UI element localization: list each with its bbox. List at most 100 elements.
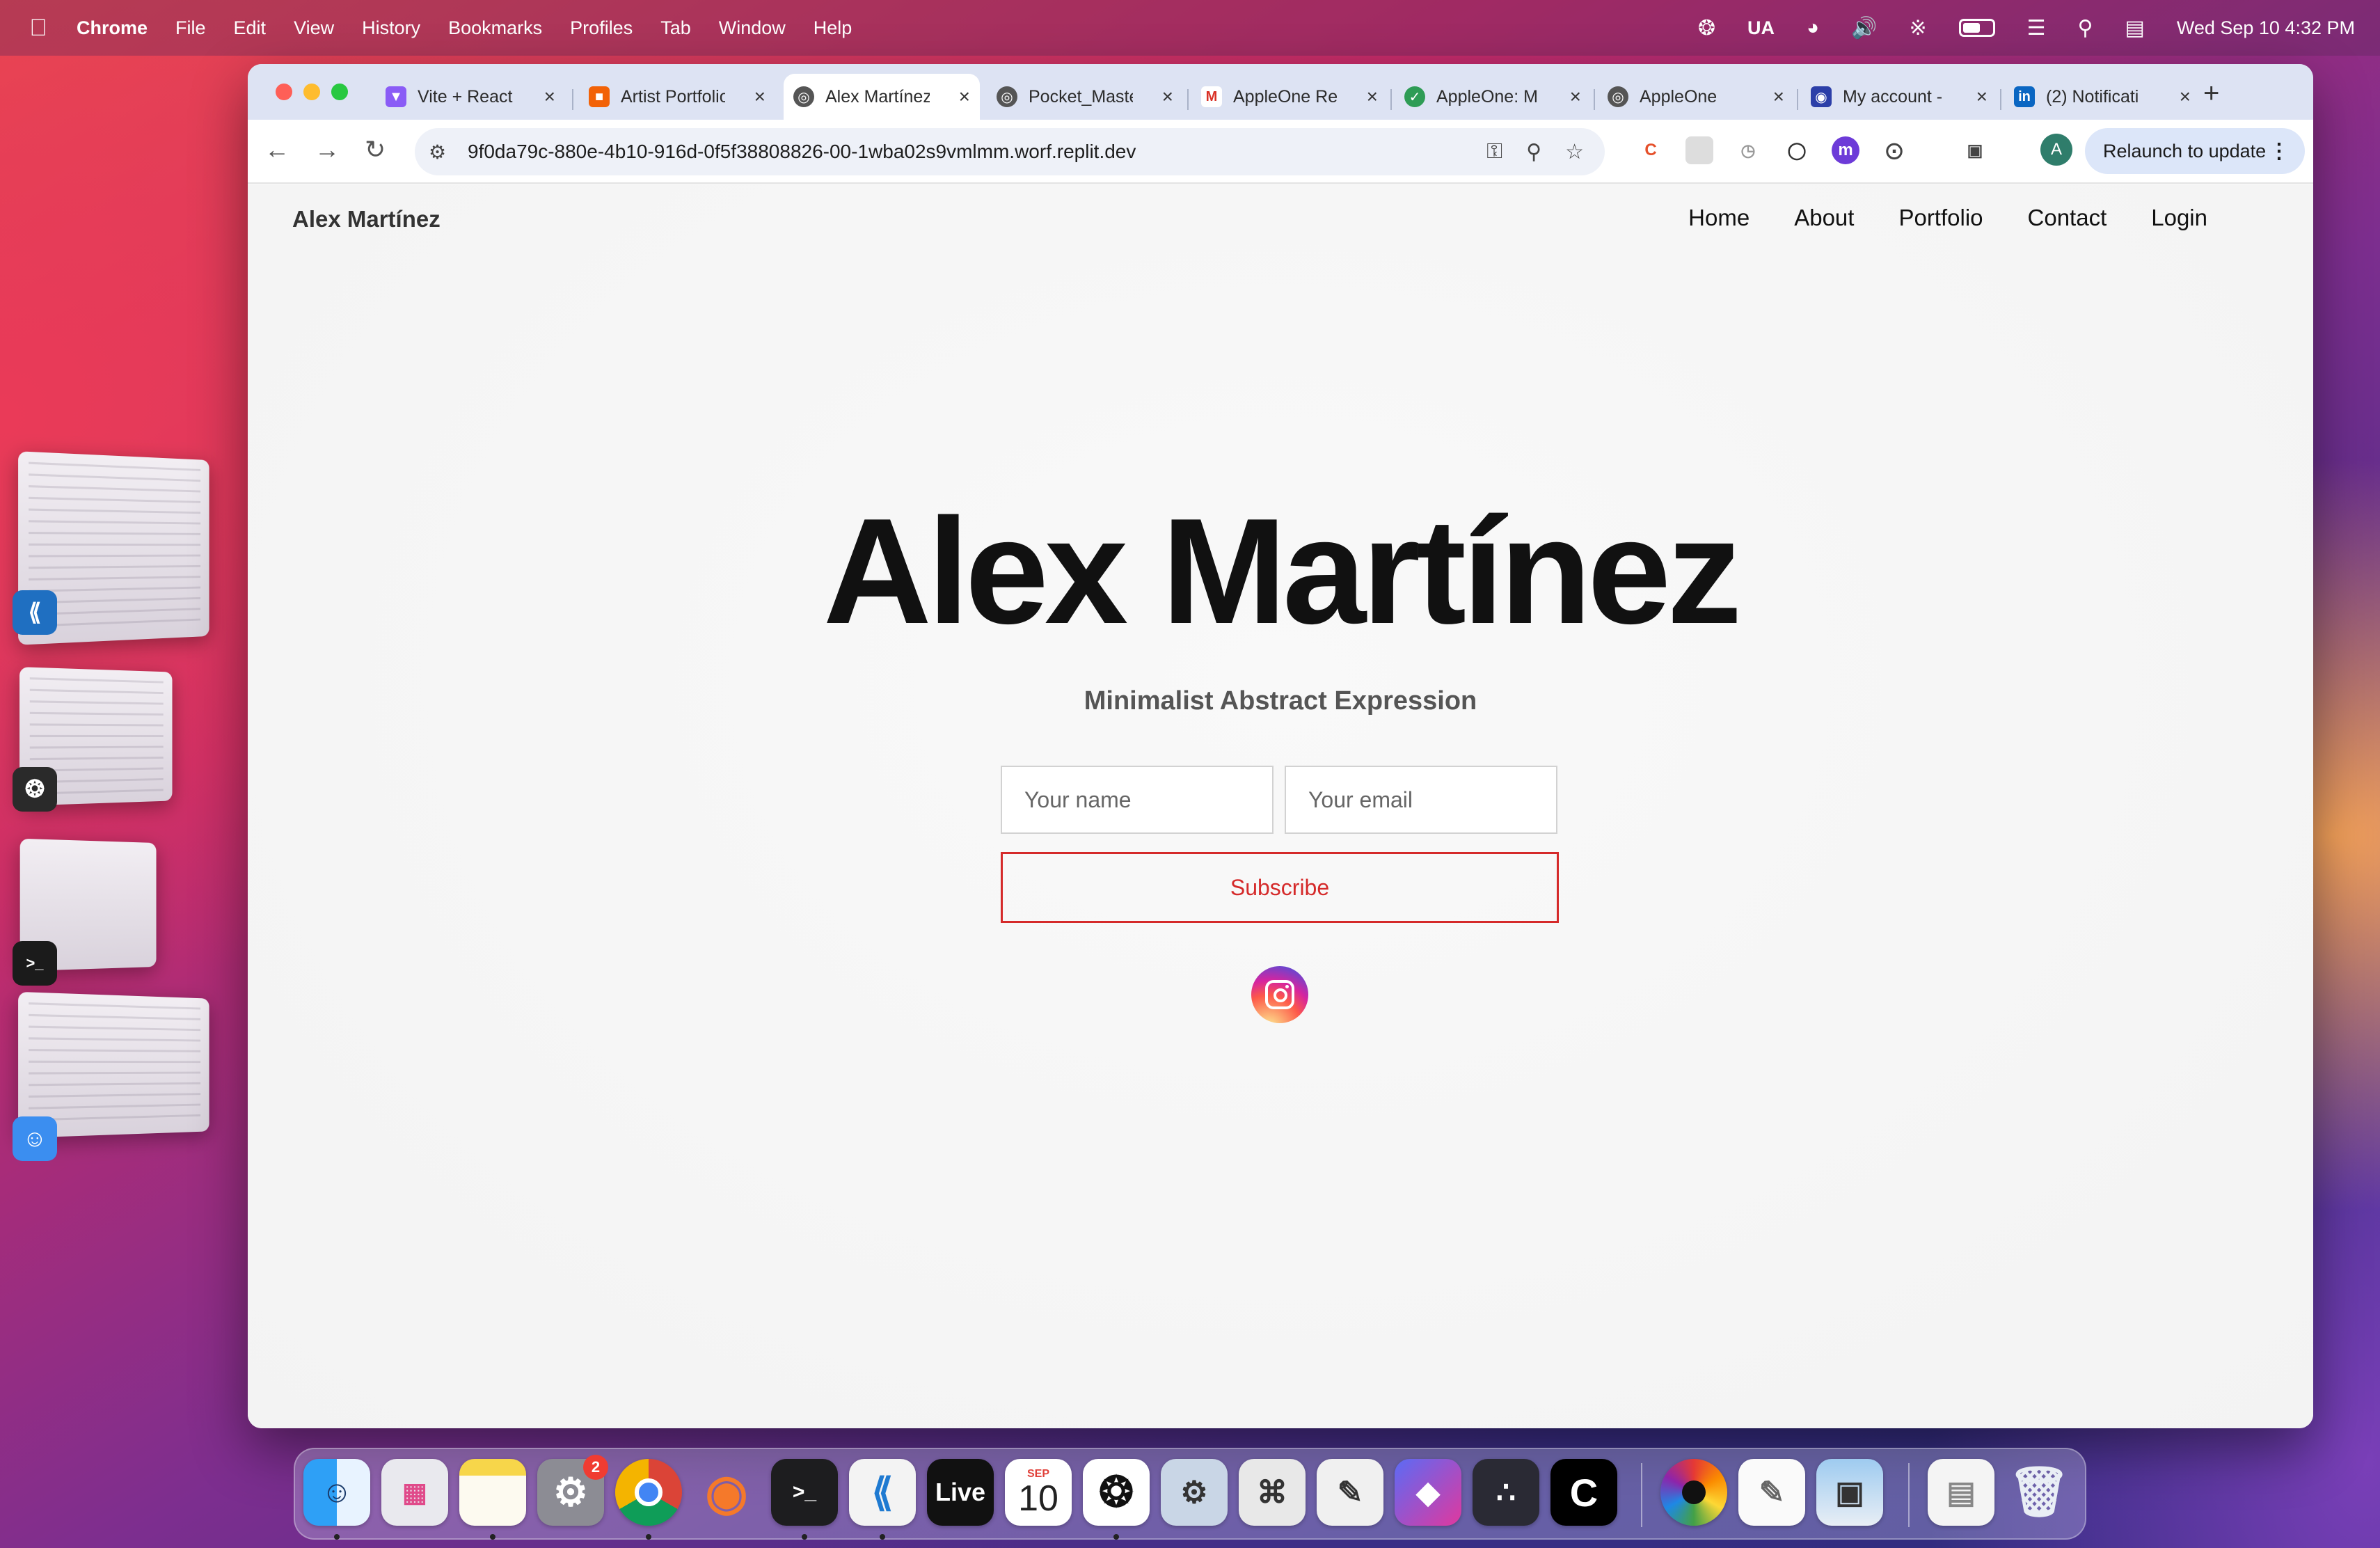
chatgpt-icon[interactable]: ❂ [1083,1459,1150,1526]
system-settings-icon[interactable]: ⚙ 2 [537,1455,608,1526]
globe-icon: ◎ [793,86,814,107]
terminal-icon[interactable]: >_ [771,1459,838,1526]
reload-icon[interactable]: ↻ [365,135,386,164]
close-tab-icon[interactable]: × [1773,86,1784,108]
tab-linkedin-notifications[interactable]: in (2) Notificati × [2004,74,2200,120]
linkedin-icon: in [2014,86,2035,107]
notes-icon[interactable] [459,1459,526,1526]
chrome-icon[interactable] [615,1459,682,1526]
password-key-icon[interactable]: ⚿ [1486,140,1502,164]
extension-grid-icon[interactable] [1685,136,1713,164]
menu-history[interactable]: History [362,17,420,39]
back-arrow-icon[interactable]: ← [264,135,289,164]
shortcut-keys-icon[interactable]: ⌘ [1239,1459,1306,1526]
finder-icon[interactable]: ☺ [303,1459,370,1526]
extension-clock-icon[interactable]: ◷ [1734,136,1762,164]
battery-icon[interactable] [1958,19,1995,37]
menu-profiles[interactable]: Profiles [570,17,633,39]
site-logo[interactable]: Alex Martínez [292,206,441,232]
close-tab-icon[interactable]: × [754,86,765,108]
wifi-icon[interactable]: ☰ [2027,16,2046,40]
menu-file[interactable]: File [175,17,206,39]
document-stack-icon[interactable]: ▤ [1928,1459,1994,1526]
subscribe-button[interactable]: Subscribe [1001,852,1559,923]
trash-icon[interactable]: 🗑 [2006,1459,2072,1526]
name-input[interactable] [1001,766,1274,834]
calendar-icon[interactable]: SEP 10 [1005,1459,1072,1526]
apple-menu-icon[interactable]:  [0,15,77,42]
zoom-magnifier-icon[interactable]: ⚲ [1526,140,1541,164]
control-center-icon[interactable]: ▤ [2125,16,2144,40]
hero-title: Alex Martínez [823,487,1742,655]
zoom-window-button[interactable] [331,84,348,100]
tab-artist-portfolio[interactable]: ■ Artist Portfolio × [579,74,775,120]
close-tab-icon[interactable]: × [2180,86,2191,108]
email-input[interactable] [1285,766,1557,834]
replit-icon: ■ [589,86,610,107]
globe-status-icon[interactable]: ◕ [1807,16,1819,40]
launchpad-icon[interactable]: ▦ [381,1459,448,1526]
vscode-icon[interactable]: ⟪ [849,1459,916,1526]
preview-icon[interactable]: ▣ [1816,1459,1883,1526]
aperture-app-icon[interactable] [1660,1459,1727,1526]
menu-bookmarks[interactable]: Bookmarks [448,17,542,39]
capcut-icon[interactable]: C [1550,1459,1617,1526]
tab-my-account[interactable]: ◉ My account - × [1801,74,1997,120]
menu-tab[interactable]: Tab [660,17,691,39]
address-bar[interactable]: ⚙ 9f0da79c-880e-4b10-916d-0f5f38808826-0… [415,128,1605,175]
extensions-puzzle-icon[interactable]: ⨀ [1880,136,1908,164]
textedit-icon[interactable]: ✎ [1738,1459,1805,1526]
nav-home[interactable]: Home [1688,205,1750,231]
hero-subtitle: Minimalist Abstract Expression [1084,686,1477,716]
bookmark-star-icon[interactable]: ☆ [1565,140,1584,164]
tab-search-icon[interactable]: ▣ [1961,136,1989,164]
profile-avatar[interactable]: A [2040,134,2072,166]
menu-window[interactable]: Window [719,17,786,39]
new-tab-plus-icon[interactable]: + [2203,78,2219,109]
close-tab-icon[interactable]: × [959,86,970,108]
minimize-window-button[interactable] [303,84,320,100]
tab-pocket-master[interactable]: ◎ Pocket_Master × [987,74,1183,120]
shortcuts-icon[interactable]: ◆ [1395,1459,1461,1526]
tab-appleone-re[interactable]: M AppleOne Re × [1191,74,1388,120]
tab-title: Alex Martínez [825,86,930,106]
forward-arrow-icon[interactable]: → [315,135,340,164]
instagram-icon[interactable] [1251,966,1308,1023]
close-tab-icon[interactable]: × [1976,86,1988,108]
tab-vite-react[interactable]: ▼ Vite + React × [376,74,565,120]
input-source-indicator[interactable]: UA [1747,17,1775,39]
nav-about[interactable]: About [1794,205,1854,231]
relaunch-to-update-button[interactable]: Relaunch to update ⋮ [2085,128,2305,174]
site-info-icon[interactable]: ⚙ [429,141,468,164]
spotlight-search-icon[interactable]: ⚲ [2077,16,2093,40]
extension-circle-icon[interactable]: ◯ [1783,136,1811,164]
blender-icon[interactable]: ◉ [693,1459,760,1526]
close-tab-icon[interactable]: × [544,86,555,108]
close-tab-icon[interactable]: × [1162,86,1173,108]
nav-contact[interactable]: Contact [2028,205,2107,231]
bluetooth-icon[interactable]: ※ [1909,16,1926,40]
close-tab-icon[interactable]: × [1570,86,1581,108]
chatgpt-status-icon[interactable]: ❂ [1698,16,1715,40]
menu-view[interactable]: View [294,17,334,39]
menu-edit[interactable]: Edit [234,17,267,39]
menu-clock[interactable]: Wed Sep 10 4:32 PM [2177,17,2355,39]
nav-login[interactable]: Login [2151,205,2207,231]
more-options-icon[interactable]: ⋮ [2269,139,2290,164]
tab-appleone[interactable]: ◎ AppleOne × [1598,74,1794,120]
automator-icon[interactable]: ⚙ [1161,1459,1228,1526]
tab-alex-martinez[interactable]: ◎ Alex Martínez × [784,74,980,120]
extension-m-icon[interactable]: m [1832,136,1859,164]
tab-appleone-m[interactable]: ✓ AppleOne: M × [1395,74,1591,120]
script-editor-icon[interactable]: ✎ [1317,1459,1383,1526]
menu-app-name[interactable]: Chrome [77,17,148,39]
nav-portfolio[interactable]: Portfolio [1898,205,1983,231]
url-text[interactable]: 9f0da79c-880e-4b10-916d-0f5f38808826-00-… [468,141,1136,163]
close-window-button[interactable] [276,84,292,100]
menu-help[interactable]: Help [814,17,852,39]
extension-c-icon[interactable]: C [1637,136,1665,164]
ableton-live-icon[interactable]: Live [927,1459,994,1526]
davinci-resolve-icon[interactable]: ∴ [1473,1459,1539,1526]
close-tab-icon[interactable]: × [1367,86,1378,108]
volume-icon[interactable]: 🔊 [1851,16,1877,40]
